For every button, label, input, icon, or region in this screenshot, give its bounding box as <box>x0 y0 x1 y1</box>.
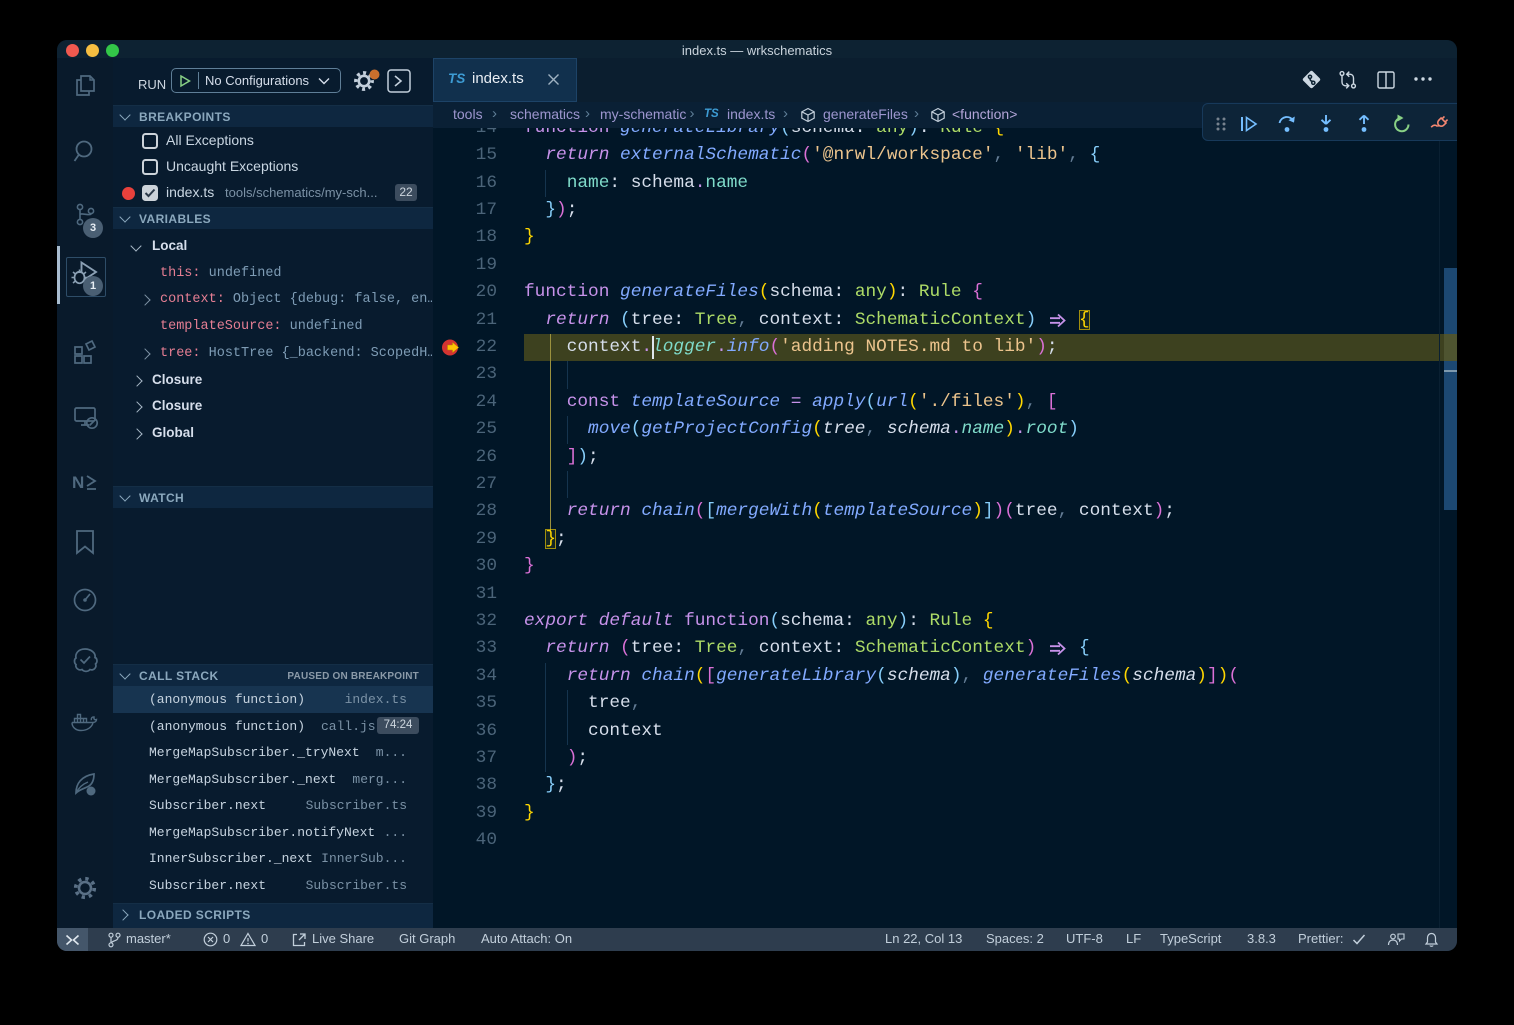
svg-text:N: N <box>72 473 84 492</box>
